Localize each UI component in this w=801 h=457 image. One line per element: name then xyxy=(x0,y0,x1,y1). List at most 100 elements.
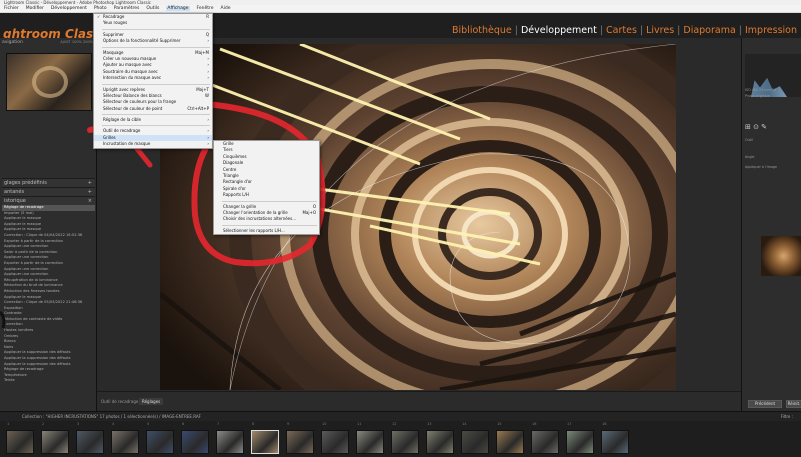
crop-tool-label: Outil de recadrage : xyxy=(101,399,141,404)
filmstrip-thumbnail[interactable] xyxy=(41,430,69,454)
filmstrip-number: 10 xyxy=(322,422,327,426)
menu-4[interactable]: Paramètres xyxy=(114,6,140,11)
filmstrip-thumbnail[interactable] xyxy=(426,430,454,454)
menu-item[interactable]: Intersection du masque avec › xyxy=(94,75,212,81)
filmstrip-thumbnail[interactable] xyxy=(391,430,419,454)
plus-icon[interactable]: + xyxy=(88,179,92,187)
filmstrip-thumbnail[interactable] xyxy=(286,430,314,454)
menu-item[interactable]: Rapports L/H xyxy=(214,192,319,198)
mask-preview[interactable] xyxy=(761,236,801,276)
original-photo-label: Photo originale xyxy=(745,94,770,98)
menu-separator xyxy=(222,199,317,202)
menu-item-label: Réglage de la cible xyxy=(103,117,141,123)
menu-item[interactable]: Sélecteur de couleur de point Ctrl+Alt+P xyxy=(94,106,212,112)
right-panel: ISO 400 24 mm f/4 Photo originale ⊞ ⊙ ✎ … xyxy=(741,38,801,411)
menu-item[interactable]: Sélectionner les rapports L/H... xyxy=(214,228,319,234)
presets-header[interactable]: glages prédéfinis + xyxy=(2,178,95,187)
history-item[interactable]: Correction : Clique de 05/05/2022 21:46:… xyxy=(2,300,95,306)
snapshots-header[interactable]: antanés + xyxy=(2,187,95,196)
tool-strip: Outil de recadrage : Réglages xyxy=(97,391,741,411)
filmstrip-number: 8 xyxy=(252,422,255,426)
grilles-submenu: Grille Tiers Cinquièmes Diagonale Centre Tria… xyxy=(213,140,320,236)
module-4[interactable]: Diaporama xyxy=(681,25,737,36)
reset-button[interactable]: Réinit. xyxy=(786,400,801,408)
menu-bar: Fichier Modifier Développement Photo Paramèt… xyxy=(0,5,801,13)
filmstrip-thumbnail[interactable] xyxy=(76,430,104,454)
filmstrip-thumbnail[interactable] xyxy=(181,430,209,454)
module-5[interactable]: Impression xyxy=(743,25,799,36)
history-item[interactable]: Correction : Clique de 04/04/2022 16:52:… xyxy=(2,233,95,239)
menu-item[interactable]: Incrustation de masque › xyxy=(94,141,212,147)
filmstrip-thumbnail[interactable] xyxy=(356,430,384,454)
filmstrip-number: 12 xyxy=(392,422,397,426)
filmstrip-thumbnail[interactable] xyxy=(251,430,279,454)
module-picker: Bibliothèque | Développement | Cartes | Livres… xyxy=(450,25,799,36)
menu-item[interactable]: Yeux rouges xyxy=(94,20,212,26)
menu-item-label: Supprimer xyxy=(103,31,124,37)
filmstrip-thumbnail[interactable] xyxy=(321,430,349,454)
menu-2[interactable]: Développement xyxy=(51,6,87,11)
menu-item[interactable]: Choisir des incrustations alternées... xyxy=(214,216,319,222)
filmstrip-thumbnail[interactable] xyxy=(6,430,34,454)
menu-0[interactable]: Fichier xyxy=(4,6,19,11)
menu-5[interactable]: Outils xyxy=(146,6,159,11)
menu-item-label: Yeux rouges xyxy=(103,20,128,26)
menu-separator xyxy=(102,82,210,85)
filmstrip-number: 3 xyxy=(77,422,80,426)
filmstrip-thumbnail[interactable] xyxy=(216,430,244,454)
filmstrip-thumbnail[interactable] xyxy=(566,430,594,454)
menu-8[interactable]: Aide xyxy=(221,6,231,11)
module-2[interactable]: Cartes xyxy=(604,25,639,36)
menu-separator xyxy=(222,223,317,226)
filmstrip-info[interactable]: Collection : "HIGHER INCRUSTATIONS" 17 p… xyxy=(22,414,201,419)
module-0[interactable]: Bibliothèque xyxy=(450,25,514,36)
filmstrip-thumbnail[interactable] xyxy=(111,430,139,454)
filmstrip-number: 7 xyxy=(217,422,220,426)
menu-6[interactable]: Affichage xyxy=(166,6,190,11)
filmstrip-thumbnail[interactable] xyxy=(496,430,524,454)
module-1[interactable]: Développement xyxy=(519,25,599,36)
menu-item-label: Ajouter au masque avec xyxy=(103,62,152,68)
navigator-label: avigation xyxy=(2,40,23,45)
menu-1[interactable]: Modifier xyxy=(26,6,44,11)
menu-item-label: Créer un nouveau masque xyxy=(103,55,157,61)
affichage-menu: ✓ Recadrage R Yeux rouges Supprimer Q Options … xyxy=(93,13,213,149)
menu-item-label: Grille xyxy=(223,141,234,146)
menu-separator xyxy=(102,45,210,48)
filmstrip-thumbnail[interactable] xyxy=(461,430,489,454)
filmstrip-bar: Collection : "HIGHER INCRUSTATIONS" 17 p… xyxy=(0,411,801,421)
navigator-preview[interactable] xyxy=(6,53,92,111)
module-3[interactable]: Livres xyxy=(644,25,676,36)
filmstrip-thumbnail[interactable] xyxy=(531,430,559,454)
tool-icons[interactable]: ⊞ ⊙ ✎ xyxy=(745,123,767,131)
menu-separator xyxy=(102,112,210,116)
menu-7[interactable]: Fenêtre xyxy=(197,6,214,11)
plus-icon[interactable]: + xyxy=(88,188,92,196)
history-list: Réglage de recadrage Importer (5 mai) Appl… xyxy=(2,205,95,384)
menu-item-label: Grilles xyxy=(103,134,116,140)
filmstrip-number: 15 xyxy=(497,422,502,426)
navigator-zoom[interactable]: AJUST 100% 200% xyxy=(60,40,93,44)
menu-separator xyxy=(102,123,210,127)
close-icon[interactable]: × xyxy=(88,197,92,205)
menu-item-label: Outil de recadrage xyxy=(103,128,141,134)
history-item[interactable]: Teinte xyxy=(2,378,95,384)
menu-item-label: Choisir des incrustations alternées... xyxy=(223,216,297,222)
menu-item[interactable]: Options de la fonctionnalité Supprimer › xyxy=(94,38,212,44)
menu-item-label: Spirale d'or xyxy=(223,185,246,191)
filmstrip: 1 2 3 4 5 6 7 8 9 10 11 12 13 14 15 16 17 18 xyxy=(0,421,801,457)
menu-item-label: Soustraire du masque avec xyxy=(103,68,158,74)
menu-3[interactable]: Photo xyxy=(94,6,107,11)
menu-item[interactable]: Réglage de la cible › xyxy=(94,117,212,123)
straighten-label[interactable]: Appliquer à l'image xyxy=(745,165,777,169)
history-header[interactable]: istorique × xyxy=(2,196,95,205)
filmstrip-thumbnail[interactable] xyxy=(146,430,174,454)
menu-item-label: Changer la grille xyxy=(223,203,257,209)
filmstrip-thumbnail[interactable] xyxy=(601,430,629,454)
chevron-right-icon: › xyxy=(207,141,209,147)
menu-item-label: Upright avec repères xyxy=(103,86,146,92)
previous-button[interactable]: Précédent xyxy=(748,400,782,408)
tool-label: Outil xyxy=(745,138,753,142)
crop-tool-select[interactable]: Réglages xyxy=(139,398,164,405)
menu-item-label: Sélecteur de couleurs pour la frange xyxy=(103,99,177,105)
